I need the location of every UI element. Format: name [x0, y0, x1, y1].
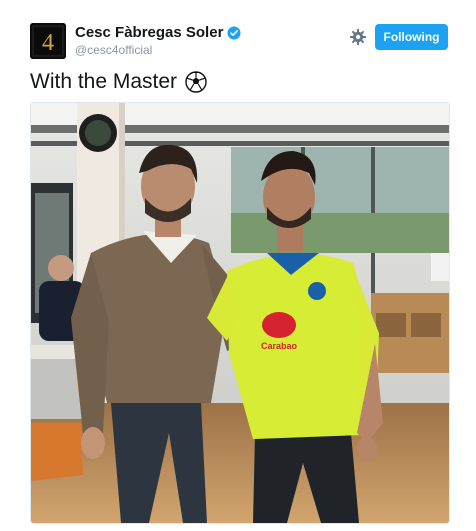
tweet-card: 4 Cesc Fàbregas Soler @cesc4official Fol… [0, 0, 476, 531]
shirt-sponsor-text: Carabao [261, 341, 298, 351]
author-avatar[interactable]: 4 [30, 23, 66, 59]
gear-icon[interactable] [349, 28, 367, 46]
tweet-text-row: With the Master [30, 70, 207, 94]
following-button[interactable]: Following [375, 24, 448, 50]
author-display-name[interactable]: Cesc Fàbregas Soler [75, 24, 223, 41]
author-name-row[interactable]: Cesc Fàbregas Soler [75, 24, 241, 41]
author-handle[interactable]: @cesc4official [75, 43, 152, 57]
verified-badge-icon [227, 26, 241, 40]
avatar-logo-icon: 4 [30, 23, 66, 59]
avatar-text: 4 [42, 30, 54, 56]
photo-illustration: Carabao [31, 103, 449, 523]
tweet-text: With the Master [30, 70, 178, 93]
soccer-ball-icon [185, 71, 207, 93]
tweet-photo[interactable]: Carabao [30, 102, 450, 524]
